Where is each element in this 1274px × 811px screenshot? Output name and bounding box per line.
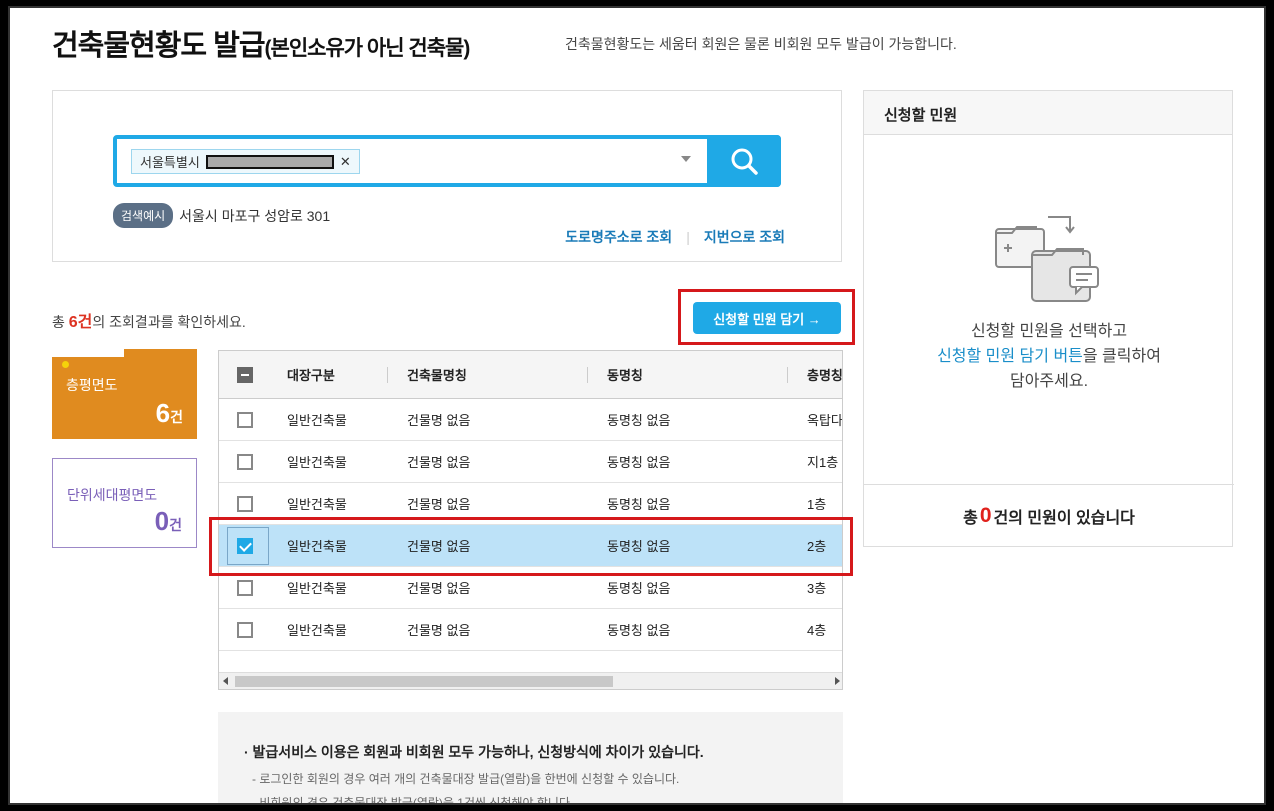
cart-footer-suffix: 건의 민원이 있습니다: [993, 509, 1135, 527]
unit-plan-count: 0건: [155, 506, 182, 537]
search-panel: 서울특별시 ✕ 검색예시 서울시 마포구 성암로 301 도로명주소로 조회 |…: [52, 90, 842, 262]
table-header-row: 대장구분 건축물명칭 동명칭 층명칭: [219, 351, 843, 399]
cell-dong: 동명칭 없음: [607, 413, 671, 428]
cart-footer-prefix: 총: [963, 509, 978, 527]
cell-type: 일반건축물: [287, 455, 347, 470]
cell-building: 건물명 없음: [407, 455, 471, 470]
floor-plan-label: 층평면도: [66, 377, 118, 393]
result-count: 총 6건의 조회결과를 확인하세요.: [52, 308, 246, 332]
cart-empty-line2-rest: 을 클릭하여: [1082, 348, 1161, 365]
cart-empty-line3: 담아주세요.: [1009, 373, 1089, 390]
horizontal-scrollbar[interactable]: [219, 672, 842, 689]
cart-empty-highlight: 신청할 민원 담기 버튼: [937, 348, 1083, 365]
page-description: 건축물현황도는 세움터 회원은 물론 비회원 모두 발급이 가능합니다.: [565, 36, 957, 52]
scroll-left-icon[interactable]: [223, 677, 228, 685]
highlight-box-button: [678, 289, 855, 345]
example-tag: 검색예시: [113, 203, 174, 228]
cell-floor: 옥탑다: [807, 413, 843, 428]
active-dot-icon: [62, 361, 69, 368]
header-separator: [587, 367, 588, 383]
floor-plan-count: 6건: [156, 398, 183, 429]
floor-plan-count-unit: 건: [170, 409, 183, 425]
cell-building: 건물명 없음: [407, 623, 471, 638]
page-title: 건축물현황도 발급(본인소유가 아닌 건축물): [52, 22, 471, 64]
notice-heading: · 발급서비스 이용은 회원과 비회원 모두 가능하나, 신청방식에 차이가 있…: [244, 744, 704, 760]
request-cart-panel: 신청할 민원 신청할 민원을 선택하고 신청할 민원 담기 버튼을 클릭하여 담…: [863, 90, 1234, 547]
address-chip: 서울특별시 ✕: [131, 149, 360, 174]
cell-dong: 동명칭 없음: [607, 455, 671, 470]
unit-plan-count-unit: 건: [169, 517, 182, 533]
col-header-building: 건축물명칭: [407, 368, 467, 383]
row-checkbox[interactable]: [237, 411, 253, 428]
scrollbar-thumb[interactable]: [235, 676, 613, 687]
row-checkbox[interactable]: [237, 495, 253, 512]
col-header-type: 대장구분: [287, 368, 335, 383]
table-row[interactable]: 일반건축물 건물명 없음 동명칭 없음 4층: [219, 609, 842, 651]
example-text: 서울시 마포구 성암로 301: [179, 207, 331, 224]
table-row[interactable]: 일반건축물 건물명 없음 동명칭 없음 옥탑다: [219, 399, 843, 441]
header-separator: [387, 367, 388, 383]
cell-floor: 4층: [807, 623, 827, 638]
notice-line: - 비회원의 경우 건축물대장 발급(열람)을 1건씩 신청해야 합니다.: [252, 796, 574, 805]
floor-plan-card[interactable]: 층평면도 6건: [52, 349, 197, 439]
search-example: 검색예시 서울시 마포구 성암로 301: [113, 203, 330, 228]
page-frame: 건축물현황도 발급(본인소유가 아닌 건축물) 건축물현황도는 세움터 회원은 …: [8, 6, 1266, 805]
folder-illustration-icon: [995, 216, 1099, 302]
cart-empty-message: 신청할 민원을 선택하고 신청할 민원 담기 버튼을 클릭하여 담아주세요.: [864, 319, 1234, 394]
row-checkbox[interactable]: [237, 621, 253, 638]
col-header-dong: 동명칭: [607, 368, 643, 383]
cell-type: 일반건축물: [287, 623, 347, 638]
cart-header: 신청할 민원: [864, 91, 1232, 135]
select-all-checkbox[interactable]: [237, 366, 253, 383]
cell-dong: 동명칭 없음: [607, 623, 671, 638]
row-checkbox[interactable]: [237, 453, 253, 470]
link-separator: |: [686, 229, 690, 245]
address-chip-label: 서울특별시: [140, 155, 200, 170]
scroll-right-icon[interactable]: [835, 677, 840, 685]
table-row[interactable]: 일반건축물 건물명 없음 동명칭 없음 지1층: [219, 441, 842, 483]
result-count-number: 6건: [68, 314, 93, 331]
road-address-link[interactable]: 도로명주소로 조회: [565, 227, 672, 247]
highlight-box-row: [209, 517, 853, 576]
dropdown-arrow-icon[interactable]: [681, 156, 691, 162]
cell-type: 일반건축물: [287, 413, 347, 428]
address-search-input[interactable]: 서울특별시 ✕: [113, 135, 781, 187]
header-separator: [787, 367, 788, 383]
cart-count: 0: [979, 503, 992, 527]
redacted-mask: [205, 154, 334, 169]
unit-plan-card[interactable]: 단위세대평면도 0건: [52, 458, 197, 548]
floor-plan-count-value: 6: [155, 398, 171, 428]
cart-empty-line1: 신청할 민원을 선택하고: [970, 323, 1128, 340]
notice-panel: · 발급서비스 이용은 회원과 비회원 모두 가능하나, 신청방식에 차이가 있…: [218, 712, 843, 805]
notice-line: - 로그인한 회원의 경우 여러 개의 건축물대장 발급(열람)을 한번에 신청…: [252, 772, 680, 786]
cell-floor: 지1층: [807, 455, 839, 470]
search-icon: [731, 148, 758, 175]
search-mode-links: 도로명주소로 조회 | 지번으로 조회: [565, 227, 785, 247]
cart-footer: 총 0 건의 민원이 있습니다: [864, 484, 1234, 546]
result-count-suffix: 의 조회결과를 확인하세요.: [92, 314, 246, 330]
unit-plan-count-value: 0: [154, 506, 170, 536]
cell-building: 건물명 없음: [407, 413, 471, 428]
page-title-sub: (본인소유가 아닌 건축물): [264, 37, 471, 60]
chip-remove-icon[interactable]: ✕: [340, 154, 351, 170]
col-header-floor: 층명칭: [807, 368, 843, 383]
lot-number-link[interactable]: 지번으로 조회: [704, 227, 785, 247]
page-title-main: 건축물현황도 발급: [52, 30, 265, 62]
search-button[interactable]: [707, 135, 781, 187]
unit-plan-label: 단위세대평면도: [67, 487, 158, 503]
result-count-prefix: 총: [52, 314, 69, 330]
row-checkbox[interactable]: [237, 579, 253, 596]
